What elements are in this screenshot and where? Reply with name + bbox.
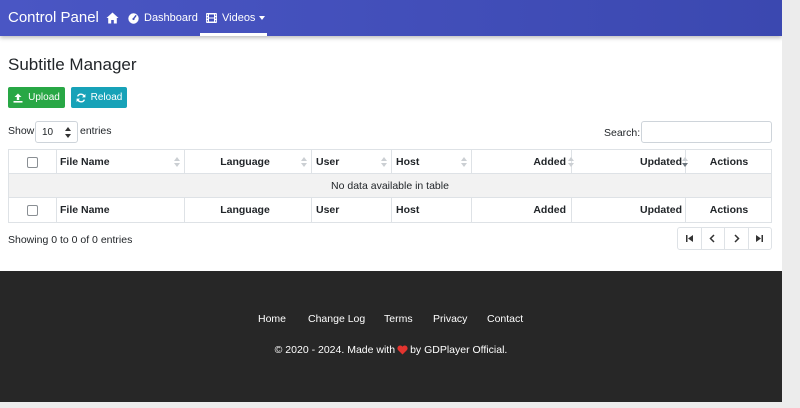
nav-videos-label: Videos bbox=[222, 12, 256, 24]
header-updated[interactable]: Updated bbox=[572, 150, 688, 174]
next-page-button[interactable] bbox=[725, 228, 749, 249]
copyright-text: © 2020 - 2024. Made with by GDPlayer Offi… bbox=[0, 344, 782, 356]
footer-host: Host bbox=[392, 198, 472, 222]
sort-icon bbox=[301, 157, 307, 167]
reload-button[interactable]: Reload bbox=[71, 87, 127, 108]
top-navbar: Control Panel Dashboard Videos bbox=[0, 0, 782, 36]
footer-actions: Actions bbox=[709, 204, 749, 216]
footer-link-home[interactable]: Home bbox=[258, 313, 286, 325]
sort-icon bbox=[174, 157, 180, 167]
footer-language: Language bbox=[185, 198, 312, 222]
search-input[interactable] bbox=[641, 121, 772, 143]
empty-table-message: No data available in table bbox=[9, 174, 771, 198]
header-added[interactable]: Added bbox=[472, 150, 574, 174]
pagination bbox=[677, 227, 772, 250]
sort-icon bbox=[461, 157, 467, 167]
header-language[interactable]: Language bbox=[185, 150, 312, 174]
upload-button-label: Upload bbox=[28, 92, 60, 103]
sort-icon bbox=[381, 157, 387, 167]
page-length-select[interactable]: 10 bbox=[35, 121, 78, 143]
copyright-post: by GDPlayer Official. bbox=[410, 344, 508, 356]
footer-added: Added bbox=[472, 198, 572, 222]
header-host[interactable]: Host bbox=[392, 150, 472, 174]
page-length-value: 10 bbox=[42, 126, 54, 138]
table-header-row: File Name Language User Host Added Updat… bbox=[9, 150, 771, 174]
footer-link-privacy[interactable]: Privacy bbox=[433, 313, 467, 325]
footer-select-all[interactable] bbox=[9, 198, 57, 222]
select-arrows-icon bbox=[65, 127, 71, 138]
upload-button[interactable]: Upload bbox=[8, 87, 65, 108]
footer-select-all-checkbox[interactable] bbox=[27, 204, 38, 216]
film-icon bbox=[206, 13, 217, 23]
last-page-icon bbox=[756, 235, 764, 242]
upload-icon bbox=[13, 93, 23, 103]
header-updated-label: Updated bbox=[640, 156, 682, 168]
header-file-name-label: File Name bbox=[60, 156, 110, 168]
heart-icon bbox=[397, 345, 408, 355]
header-added-label: Added bbox=[533, 156, 566, 168]
copyright-pre: © 2020 - 2024. Made with bbox=[274, 344, 396, 356]
home-icon bbox=[106, 12, 118, 24]
nav-dashboard-label: Dashboard bbox=[144, 12, 198, 24]
footer-file-name: File Name bbox=[57, 198, 185, 222]
subtitles-table: File Name Language User Host Added Updat… bbox=[8, 149, 772, 223]
header-file-name[interactable]: File Name bbox=[57, 150, 185, 174]
nav-dashboard[interactable]: Dashboard bbox=[128, 0, 198, 36]
last-page-button[interactable] bbox=[749, 228, 772, 249]
page-length-entries-label: entries bbox=[80, 125, 112, 137]
table-footer-row: File Name Language User Host Added Updat… bbox=[9, 198, 771, 222]
first-page-button[interactable] bbox=[678, 228, 702, 249]
dashboard-gauge-icon bbox=[128, 12, 139, 24]
footer-link-change-log[interactable]: Change Log bbox=[308, 313, 365, 325]
nav-home[interactable] bbox=[104, 0, 120, 36]
header-user[interactable]: User bbox=[312, 150, 392, 174]
previous-page-button[interactable] bbox=[702, 228, 725, 249]
search-label: Search: bbox=[604, 127, 641, 139]
brand-title[interactable]: Control Panel bbox=[8, 9, 99, 26]
footer-user: User bbox=[312, 198, 392, 222]
page-title: Subtitle Manager bbox=[8, 55, 137, 74]
next-page-icon bbox=[734, 234, 740, 243]
table-info: Showing 0 to 0 of 0 entries bbox=[8, 234, 133, 246]
page: Control Panel Dashboard Videos Subtitle … bbox=[0, 0, 782, 402]
reload-button-label: Reload bbox=[90, 92, 123, 103]
header-actions: Actions bbox=[686, 150, 772, 174]
header-actions-label: Actions bbox=[709, 156, 749, 168]
chevron-down-icon bbox=[259, 16, 266, 20]
select-all-checkbox[interactable] bbox=[27, 156, 38, 168]
previous-page-icon bbox=[709, 234, 715, 243]
reload-icon bbox=[76, 93, 86, 102]
header-host-label: Host bbox=[396, 156, 420, 168]
header-language-label: Language bbox=[220, 156, 270, 168]
header-select-all[interactable] bbox=[9, 150, 57, 174]
header-user-label: User bbox=[316, 156, 340, 168]
footer-link-contact[interactable]: Contact bbox=[487, 313, 523, 325]
footer-link-terms[interactable]: Terms bbox=[384, 313, 413, 325]
nav-videos-dropdown[interactable]: Videos bbox=[200, 0, 267, 36]
site-footer: Home Change Log Terms Privacy Contact © … bbox=[0, 271, 782, 402]
footer-updated: Updated bbox=[572, 198, 686, 222]
page-length-show-label: Show bbox=[8, 125, 35, 137]
first-page-icon bbox=[685, 235, 693, 242]
